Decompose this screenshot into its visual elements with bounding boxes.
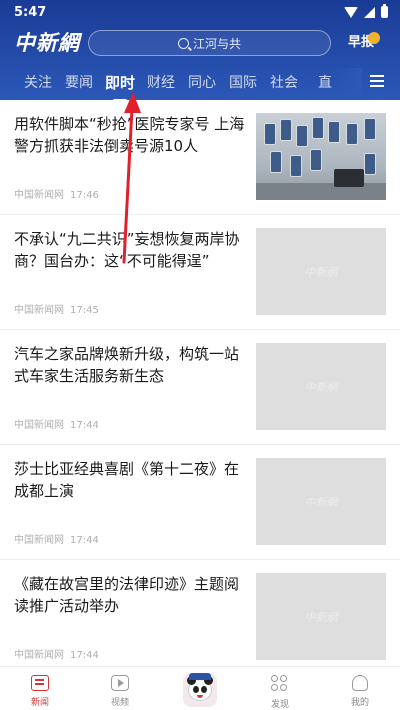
news-source: 中国新闻网 — [14, 650, 64, 661]
discover-icon — [271, 675, 289, 693]
news-item[interactable]: 《藏在故宫里的法律印迹》主题阅读推广活动举办 中国新闻网 17:44 中新網 — [0, 560, 400, 666]
news-title[interactable]: 汽车之家品牌焕新升级，构筑一站式车家生活服务新生态 — [14, 343, 246, 387]
news-thumbnail[interactable]: 中新網 — [256, 573, 386, 660]
news-thumbnail[interactable]: 中新網 — [256, 458, 386, 545]
tab-guoji[interactable]: 国际 — [225, 72, 261, 92]
tab-tongxin[interactable]: 同心 — [184, 72, 220, 92]
news-item[interactable]: 不承认“九二共识”妄想恢复两岸协商？国台办：这“不可能得逞” 中国新闻网 17:4… — [0, 215, 400, 330]
news-thumbnail[interactable] — [256, 113, 386, 200]
bottom-nav: 新闻 视频 发现 我的 — [0, 666, 400, 710]
tab-guanzhu[interactable]: 关注 — [20, 72, 56, 92]
thumbnail-watermark: 中新網 — [304, 265, 338, 279]
news-thumbnail[interactable]: 中新網 — [256, 228, 386, 315]
app-logo[interactable]: 中新網 — [14, 28, 80, 58]
early-report-badge-icon — [368, 32, 380, 44]
news-thumbnail[interactable]: 中新網 — [256, 343, 386, 430]
thumbnail-watermark: 中新網 — [304, 610, 338, 624]
video-icon — [111, 675, 129, 691]
nav-discover[interactable]: 发现 — [240, 667, 320, 710]
news-icon — [31, 675, 49, 691]
news-time: 17:44 — [70, 650, 99, 661]
nav-label: 视频 — [110, 698, 129, 708]
nav-label: 我的 — [350, 698, 369, 708]
news-title[interactable]: 莎士比亚经典喜剧《第十二夜》在成都上演 — [14, 458, 246, 502]
news-meta: 中国新闻网 17:44 — [14, 531, 105, 546]
panda-mascot-icon — [183, 672, 217, 707]
thumbnail-watermark: 中新網 — [304, 495, 338, 509]
tab-shehui[interactable]: 社会 — [266, 72, 302, 92]
nav-label: 新闻 — [30, 698, 49, 708]
battery-icon — [381, 4, 388, 18]
news-item[interactable]: 用软件脚本“秒抢”医院专家号 上海警方抓获非法倒卖号源10人 中国新闻网 17:4… — [0, 100, 400, 215]
header-row: 中新網 江河与共 早报 — [0, 28, 400, 58]
wifi-icon — [344, 6, 358, 18]
search-input[interactable]: 江河与共 — [88, 30, 331, 56]
status-bar: 5:47 — [0, 0, 400, 24]
app-header: 5:47 中新網 江河与共 早报 关注 要闻 即时 财经 同心 国际 社会 直 — [0, 0, 400, 102]
news-meta: 中国新闻网 17:46 — [14, 186, 105, 201]
news-meta: 中国新闻网 17:44 — [14, 416, 105, 431]
tab-fade — [334, 68, 362, 96]
news-source: 中国新闻网 — [14, 535, 64, 546]
news-time: 17:44 — [70, 420, 99, 431]
news-item[interactable]: 莎士比亚经典喜剧《第十二夜》在成都上演 中国新闻网 17:44 中新網 — [0, 445, 400, 560]
news-title[interactable]: 用软件脚本“秒抢”医院专家号 上海警方抓获非法倒卖号源10人 — [14, 113, 246, 157]
profile-icon — [352, 675, 368, 691]
menu-icon[interactable] — [370, 75, 384, 87]
nav-mascot[interactable] — [160, 667, 240, 710]
search-icon — [177, 37, 189, 49]
status-icons — [344, 4, 388, 18]
nav-profile[interactable]: 我的 — [320, 667, 400, 710]
news-title[interactable]: 《藏在故宫里的法律印迹》主题阅读推广活动举办 — [14, 573, 246, 617]
nav-video[interactable]: 视频 — [80, 667, 160, 710]
news-time: 17:46 — [70, 190, 99, 201]
tab-yaowen[interactable]: 要闻 — [61, 72, 97, 92]
news-meta: 中国新闻网 17:44 — [14, 646, 105, 661]
channel-tabs: 关注 要闻 即时 财经 同心 国际 社会 直 — [0, 68, 400, 102]
news-source: 中国新闻网 — [14, 420, 64, 431]
news-meta: 中国新闻网 17:45 — [14, 301, 105, 316]
status-time: 5:47 — [14, 4, 47, 20]
thumbnail-watermark: 中新網 — [304, 380, 338, 394]
signal-icon — [364, 6, 375, 18]
tab-jishi[interactable]: 即时 — [102, 72, 138, 102]
news-item[interactable]: 汽车之家品牌焕新升级，构筑一站式车家生活服务新生态 中国新闻网 17:44 中新網 — [0, 330, 400, 445]
search-placeholder: 江河与共 — [192, 36, 241, 51]
news-time: 17:45 — [70, 305, 99, 316]
news-feed[interactable]: 用软件脚本“秒抢”医院专家号 上海警方抓获非法倒卖号源10人 中国新闻网 17:4… — [0, 100, 400, 666]
nav-label: 发现 — [270, 700, 289, 710]
news-title[interactable]: 不承认“九二共识”妄想恢复两岸协商？国台办：这“不可能得逞” — [14, 228, 246, 272]
tab-caijing[interactable]: 财经 — [143, 72, 179, 92]
nav-news[interactable]: 新闻 — [0, 667, 80, 710]
news-source: 中国新闻网 — [14, 190, 64, 201]
news-time: 17:44 — [70, 535, 99, 546]
news-source: 中国新闻网 — [14, 305, 64, 316]
